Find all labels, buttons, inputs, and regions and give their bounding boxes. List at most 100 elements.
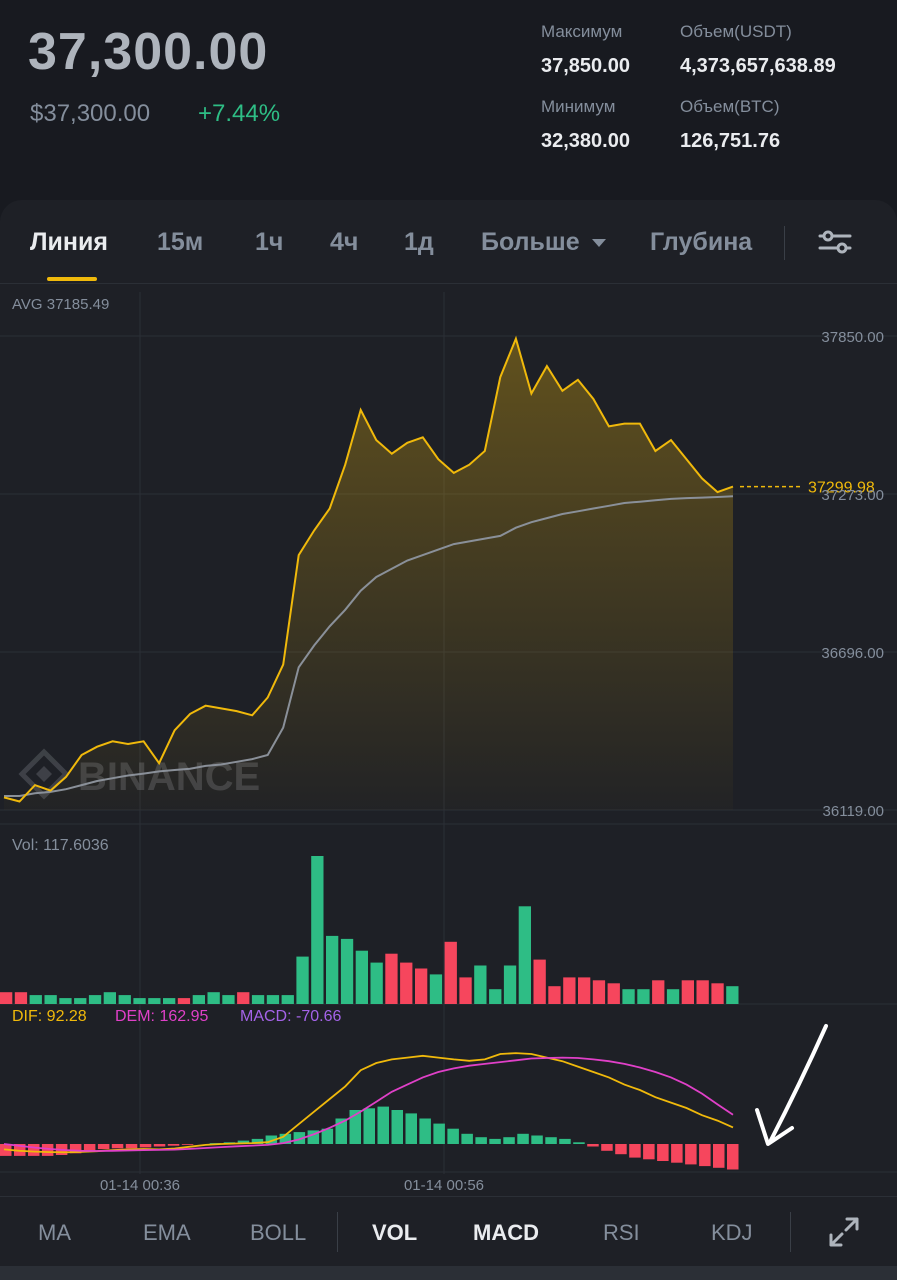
dif-label: DIF: 92.28 [12, 1008, 87, 1025]
macd-bar [559, 1138, 571, 1144]
macd-bar [643, 1144, 655, 1160]
volume-bar [637, 989, 650, 1004]
volume-bar [133, 998, 146, 1004]
indicator-ema[interactable]: EMA [143, 1220, 191, 1246]
caret-down-icon [591, 239, 606, 248]
volume-bar [0, 992, 13, 1004]
indicator-separator [790, 1212, 791, 1252]
volume-bar [607, 983, 620, 1004]
macd-bar [713, 1144, 725, 1168]
volume-bar [118, 995, 131, 1004]
vol-btc-value: 126,751.76 [680, 130, 781, 152]
volume-bar [326, 935, 339, 1004]
price-tick-label: 37850.00 [821, 329, 884, 346]
volume-bar [370, 962, 383, 1004]
price-tick-label: 36696.00 [821, 645, 884, 662]
volume-bar [563, 977, 576, 1004]
indicator-kdj[interactable]: KDJ [711, 1220, 753, 1246]
volume-bar [666, 989, 680, 1004]
tab-1d[interactable]: 1д [404, 228, 434, 257]
market-header: 37,300.00 $37,300.00 +7.44% Максимум 37,… [0, 0, 897, 200]
volume-bar [44, 995, 57, 1004]
macd-bar [587, 1144, 599, 1147]
indicator-bar [0, 1196, 897, 1267]
tab-depth[interactable]: Глубина [650, 228, 752, 257]
price-area [4, 338, 733, 810]
volume-bar [503, 965, 517, 1004]
macd-bar [657, 1144, 669, 1161]
volume-bar [29, 995, 42, 1004]
volume-bar [726, 986, 739, 1004]
volume-bar [192, 995, 205, 1004]
macd-bar [601, 1144, 613, 1151]
macd-bar [419, 1118, 431, 1144]
volume-bar [622, 989, 635, 1004]
volume-bar [296, 956, 309, 1004]
indicator-vol[interactable]: VOL [372, 1220, 417, 1246]
volume-bar [518, 906, 531, 1004]
macd-bar [461, 1133, 473, 1144]
macd-bar [181, 1144, 194, 1145]
volume-bar [281, 995, 294, 1004]
volume-bar [237, 992, 250, 1004]
volume-bar [88, 995, 102, 1004]
macd-bar [671, 1144, 683, 1163]
volume-bar [74, 998, 87, 1004]
price-tick-label: 37273.00 [821, 487, 884, 504]
volume-bar [14, 992, 28, 1004]
macd-bar [83, 1144, 96, 1151]
macd-bar [489, 1138, 501, 1144]
macd-bar [97, 1144, 110, 1150]
interval-tabs [0, 200, 897, 284]
time-label: 01-14 00:56 [404, 1177, 484, 1194]
tab-4h[interactable]: 4ч [330, 228, 358, 257]
volume-bar [474, 965, 487, 1004]
macd-bar [573, 1142, 585, 1144]
volume-bar [222, 995, 235, 1004]
volume-bar [311, 856, 324, 1004]
vol-usdt-label: Объем(USDT) [680, 22, 792, 41]
volume-bar [578, 977, 591, 1004]
price-tick-label: 36119.00 [823, 803, 884, 820]
expand-arrows-icon[interactable] [826, 1214, 862, 1250]
macd-bar [475, 1137, 487, 1144]
macd-bar [545, 1137, 557, 1144]
macd-bar [377, 1106, 389, 1144]
macd-bar [615, 1144, 627, 1155]
volume-bar [459, 977, 472, 1004]
arrow-annotation-icon [755, 1024, 828, 1146]
volume-bar [444, 941, 457, 1004]
indicator-boll[interactable]: BOLL [250, 1220, 306, 1246]
usd-price: $37,300.00 [30, 100, 151, 127]
volume-bar [489, 989, 502, 1004]
volume-bar [681, 980, 694, 1004]
tab-line[interactable]: Линия [30, 228, 108, 257]
volume-bar [251, 995, 265, 1004]
high-value: 37,850.00 [541, 55, 630, 77]
price-chart[interactable]: BINANCE 37299.98 37850.0037273.0036696.0… [0, 284, 897, 1196]
active-tab-indicator [47, 277, 97, 281]
volume-bar [548, 986, 561, 1004]
volume-bar [340, 938, 354, 1004]
macd-bar [699, 1144, 711, 1167]
low-value: 32,380.00 [541, 130, 630, 152]
indicator-ma[interactable]: MA [38, 1220, 71, 1246]
indicator-macd[interactable]: MACD [473, 1220, 539, 1246]
volume-bar [429, 974, 443, 1004]
volume-bar [103, 992, 116, 1004]
indicator-rsi[interactable]: RSI [603, 1220, 640, 1246]
sliders-icon[interactable] [812, 222, 858, 262]
last-price: 37,300.00 [28, 23, 269, 81]
low-label: Минимум [541, 97, 616, 116]
price-change: +7.44% [198, 100, 281, 127]
volume-bar [355, 950, 368, 1004]
tab-15m[interactable]: 15м [157, 228, 203, 257]
time-label: 01-14 00:36 [100, 1177, 180, 1194]
tab-1h[interactable]: 1ч [255, 228, 283, 257]
volume-bar [163, 998, 176, 1004]
volume-bar [207, 992, 220, 1004]
macd-bar [111, 1144, 124, 1149]
avg-label: AVG 37185.49 [12, 296, 109, 313]
tab-more[interactable]: Больше [481, 228, 607, 257]
bottom-strip [0, 1266, 897, 1280]
